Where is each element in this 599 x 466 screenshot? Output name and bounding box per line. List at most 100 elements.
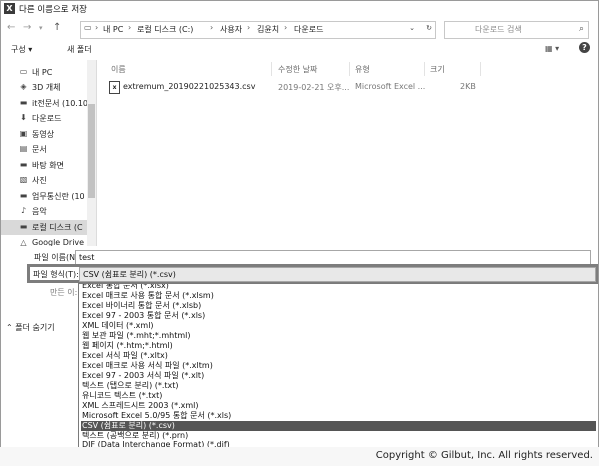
column-divider[interactable] <box>480 62 481 76</box>
sidebar-item-videos[interactable]: ▣ 동영상 <box>1 127 87 142</box>
filename-value: test <box>79 253 95 262</box>
breadcrumb-local-disk[interactable]: 로컬 디스크 (C:) <box>137 24 193 35</box>
save-as-dialog: X 다른 이름으로 저장 ← → ▾ ↑ ▭ › 내 PC › 로컬 디스크 (… <box>0 0 599 466</box>
column-divider[interactable] <box>271 62 272 76</box>
address-dropdown-icon[interactable]: ⌄ <box>409 24 415 32</box>
filename-row: 파일 이름(N): test <box>18 249 598 266</box>
filetype-row: 파일 형식(T): CSV (쉼표로 분리) (*.csv) <box>27 264 598 283</box>
search-icon: ⌕ <box>578 24 584 34</box>
sidebar-item-network-drive-2[interactable]: ▬ 업무통신란 (10 <box>1 189 87 204</box>
search-placeholder: 다운로드 검색 <box>475 25 522 34</box>
filetype-option[interactable]: Excel 매크로 사용 서식 파일 (*.xltm) <box>81 361 596 371</box>
column-divider[interactable] <box>349 62 350 76</box>
breadcrumb-users[interactable]: 사용자 <box>220 24 242 35</box>
column-date-modified[interactable]: 수정한 날짜 <box>278 64 317 75</box>
chevron-up-icon: ⌃ <box>6 323 16 332</box>
filetype-dropdown-list: Excel 통합 문서 (*.xlsx) Excel 매크로 사용 통합 문서 … <box>78 283 598 449</box>
filetype-option[interactable]: 유니코드 텍스트 (*.txt) <box>81 391 596 401</box>
filetype-option-selected[interactable]: CSV (쉼표로 분리) (*.csv) <box>81 421 596 431</box>
new-folder-button[interactable]: 새 폴더 <box>67 44 92 55</box>
file-type: Microsoft Excel ... <box>355 82 426 91</box>
sidebar-item-label: 내 PC <box>32 68 53 77</box>
sidebar-item-local-disk[interactable]: ▬ 로컬 디스크 (C <box>1 220 87 235</box>
excel-app-icon: X <box>4 3 15 14</box>
refresh-icon[interactable]: ↻ <box>426 24 432 32</box>
column-type[interactable]: 유형 <box>355 64 370 75</box>
scrollbar-thumb[interactable] <box>88 104 95 198</box>
help-icon[interactable]: ? <box>579 42 590 53</box>
sidebar-item-desktop[interactable]: ▬ 바탕 화면 <box>1 158 87 173</box>
hide-folders-button[interactable]: ⌃ 폴더 숨기기 <box>6 322 55 333</box>
search-box[interactable]: 다운로드 검색 ⌕ <box>444 21 589 39</box>
navigation-pane: ▭ 내 PC ◈ 3D 개체 ▬ it전문서 (10.10 ⬇ 다운로드 ▣ 동… <box>1 60 97 246</box>
view-options-icon[interactable]: ▦ ▾ <box>545 44 559 53</box>
filename-label: 파일 이름(N): <box>34 253 81 262</box>
filetype-option[interactable]: 웹 보관 파일 (*.mht;*.mhtml) <box>81 331 596 341</box>
breadcrumb-separator: › <box>128 23 132 32</box>
sidebar-item-label: it전문서 (10.10 <box>32 99 89 108</box>
disk-icon: ▬ <box>19 222 28 231</box>
filetype-option[interactable]: Excel 97 - 2003 통합 문서 (*.xls) <box>81 311 596 321</box>
address-row: ← → ▾ ↑ ▭ › 내 PC › 로컬 디스크 (C:) › 사용자 › 김… <box>1 18 598 40</box>
filetype-option[interactable]: XML 스프레드시트 2003 (*.xml) <box>81 401 596 411</box>
filetype-option[interactable]: XML 데이터 (*.xml) <box>81 321 596 331</box>
copyright-footer: Copyright © Gilbut, Inc. All rights rese… <box>0 447 599 466</box>
sidebar-item-label: 업무통신란 (10 <box>32 192 85 201</box>
sidebar-item-label: 다운로드 <box>32 114 62 123</box>
copyright-text: Copyright © Gilbut, Inc. All rights rese… <box>375 450 593 461</box>
address-bar[interactable]: ▭ › 내 PC › 로컬 디스크 (C:) › 사용자 › 김윤치 › 다운로… <box>80 21 436 39</box>
sidebar-item-documents[interactable]: ▤ 문서 <box>1 142 87 157</box>
sidebar-item-label: 로컬 디스크 (C <box>32 223 83 232</box>
filetype-option[interactable]: Excel 바이너리 통합 문서 (*.xlsb) <box>81 301 596 311</box>
hide-folders-label: 폴더 숨기기 <box>15 323 55 332</box>
breadcrumb-user[interactable]: 김윤치 <box>257 24 279 35</box>
filetype-option[interactable]: 웹 페이지 (*.htm;*.html) <box>81 341 596 351</box>
breadcrumb-separator: › <box>247 23 251 32</box>
navigation-scrollbar[interactable] <box>87 60 96 246</box>
column-name[interactable]: 이름 <box>111 64 126 75</box>
file-size: 2KB <box>460 82 476 91</box>
organize-button[interactable]: 구성 ▾ <box>11 44 32 55</box>
back-arrow-icon[interactable]: ← <box>7 22 15 33</box>
video-icon: ▣ <box>19 129 28 138</box>
filetype-select[interactable]: CSV (쉼표로 분리) (*.csv) <box>79 267 596 282</box>
column-divider[interactable] <box>424 62 425 76</box>
file-row[interactable]: x extremum_20190221025343.csv 2019-02-21… <box>97 80 598 94</box>
sidebar-item-3d-objects[interactable]: ◈ 3D 개체 <box>1 80 87 95</box>
sidebar-item-label: 동영상 <box>32 130 55 139</box>
music-icon: ♪ <box>20 206 27 215</box>
breadcrumb-separator: › <box>284 23 288 32</box>
sidebar-item-music[interactable]: ♪ 음악 <box>1 204 87 219</box>
recent-locations-chevron-icon[interactable]: ▾ <box>39 24 43 32</box>
filetype-option[interactable]: Excel 서식 파일 (*.xltx) <box>81 351 596 361</box>
author-label: 만든 이: <box>50 288 78 297</box>
sidebar-item-downloads[interactable]: ⬇ 다운로드 <box>1 111 87 126</box>
document-icon: ▤ <box>19 144 28 153</box>
filetype-option[interactable]: Excel 통합 문서 (*.xlsx) <box>81 284 596 291</box>
breadcrumb-separator: › <box>95 23 99 32</box>
filetype-option[interactable]: 텍스트 (탭으로 분리) (*.txt) <box>81 381 596 391</box>
file-list-header: 이름 수정한 날짜 유형 크기 <box>97 60 598 76</box>
sidebar-item-network-drive-1[interactable]: ▬ it전문서 (10.10 <box>1 96 89 111</box>
breadcrumb-this-pc[interactable]: 내 PC <box>103 24 123 35</box>
column-size[interactable]: 크기 <box>430 64 445 75</box>
sidebar-item-label: 3D 개체 <box>32 83 61 92</box>
sidebar-item-label: 문서 <box>32 145 47 154</box>
file-date: 2019-02-21 오후... <box>278 83 350 92</box>
command-toolbar: 구성 ▾ 새 폴더 ▦ ▾ ? <box>1 40 598 60</box>
up-arrow-icon[interactable]: ↑ <box>53 22 61 33</box>
filetype-option[interactable]: Excel 매크로 사용 통합 문서 (*.xlsm) <box>81 291 596 301</box>
title-bar: X 다른 이름으로 저장 <box>1 1 598 17</box>
breadcrumb-downloads[interactable]: 다운로드 <box>294 24 323 35</box>
sidebar-item-label: 사진 <box>32 176 47 185</box>
sidebar-item-this-pc[interactable]: ▭ 내 PC <box>1 65 87 80</box>
sidebar-item-label: 바탕 화면 <box>32 161 64 170</box>
sidebar-item-pictures[interactable]: ▧ 사진 <box>1 173 87 188</box>
network-drive-icon: ▬ <box>19 98 28 107</box>
forward-arrow-icon[interactable]: → <box>23 22 31 33</box>
filetype-option[interactable]: Microsoft Excel 5.0/95 통합 문서 (*.xls) <box>81 411 596 421</box>
sidebar-item-label: Google Drive ( <box>32 238 90 246</box>
download-icon: ⬇ <box>20 113 27 122</box>
sidebar-item-google-drive[interactable]: △ Google Drive ( <box>1 236 90 246</box>
filetype-option[interactable]: Excel 97 - 2003 서식 파일 (*.xlt) <box>81 371 596 381</box>
